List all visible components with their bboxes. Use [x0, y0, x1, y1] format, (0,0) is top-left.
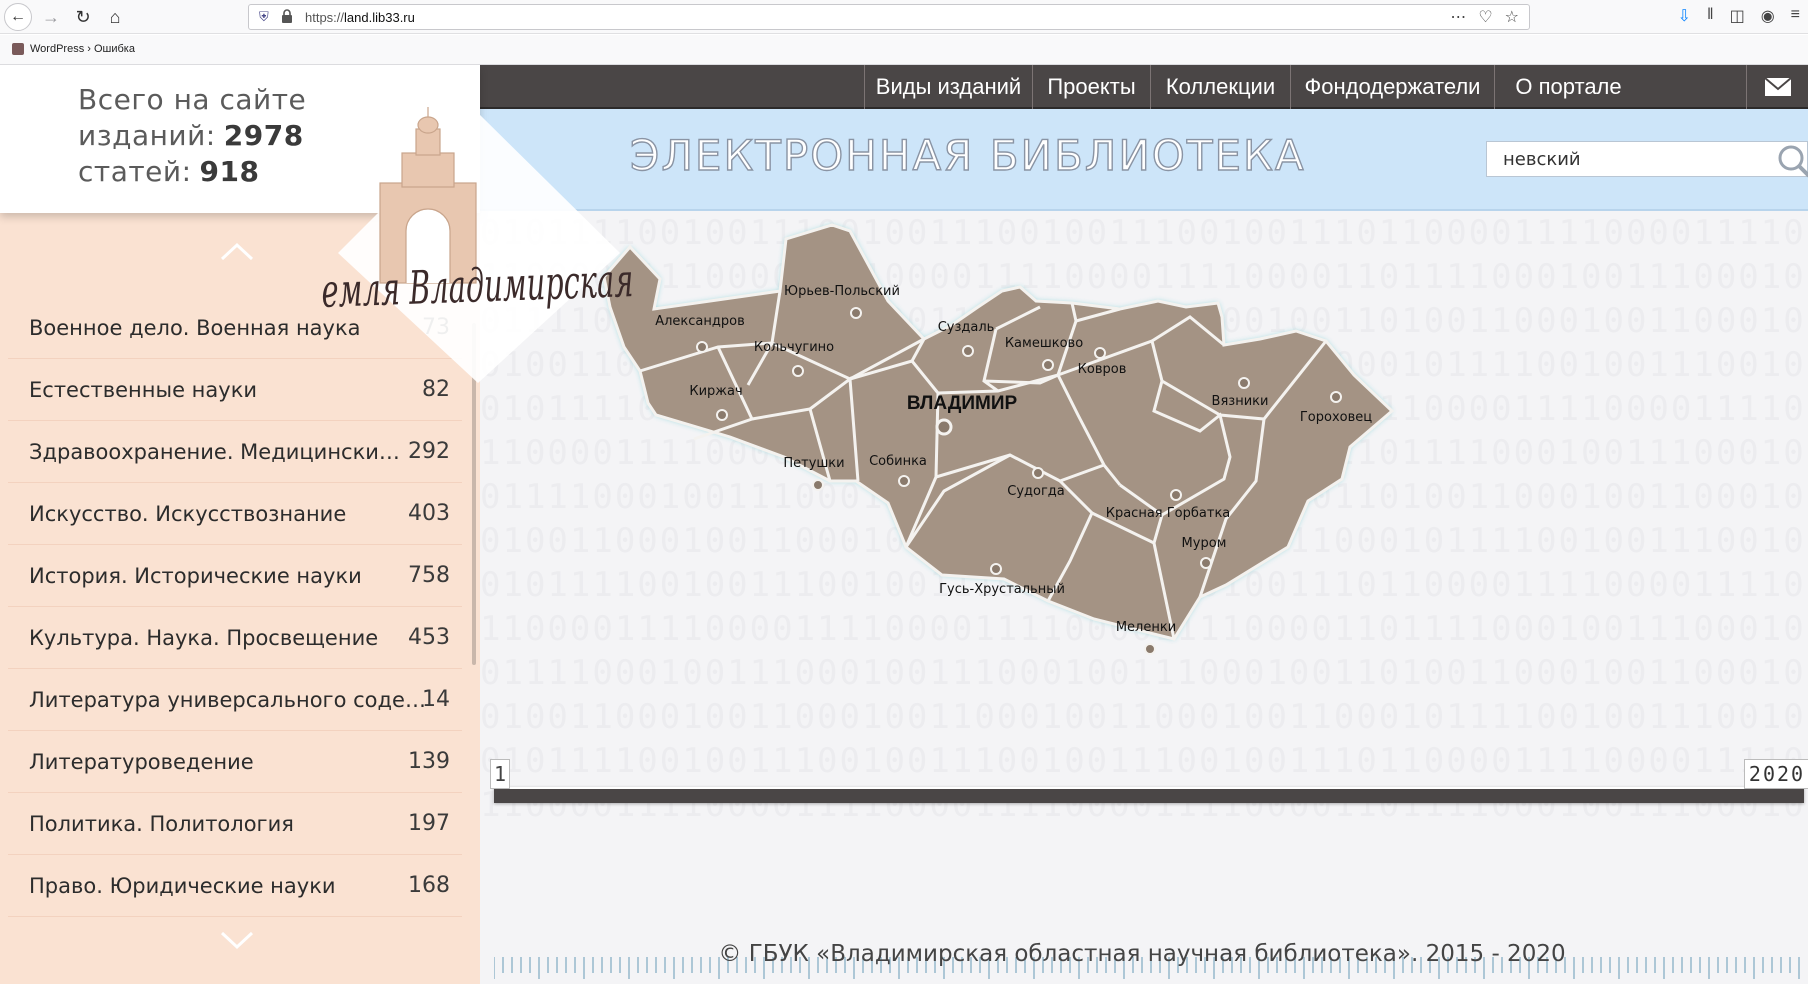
scroll-down-chevron-icon[interactable]: [220, 931, 254, 951]
timeline-track[interactable]: [494, 787, 1804, 803]
category-name: Естественные науки: [29, 377, 258, 402]
map-area: 0101111001001110010011100100111001001110…: [480, 211, 1808, 984]
category-item[interactable]: Искусство. Искусствознание 403: [8, 483, 462, 545]
address-bar[interactable]: ⛨ https://land.lib33.ru ⋯ ♡ ☆: [248, 4, 1530, 30]
nav-item-about[interactable]: О портале: [1494, 65, 1642, 109]
browser-toolbar: ← → ↻ ⌂ ⛨ https://land.lib33.ru ⋯ ♡ ☆ ⇩ …: [0, 0, 1808, 34]
svg-text:Красная Горбатка: Красная Горбатка: [1106, 506, 1231, 521]
nav-item-publication-types[interactable]: Виды изданий: [864, 65, 1032, 109]
category-count: 758: [408, 563, 450, 588]
tracking-shield-icon[interactable]: ⛨: [259, 9, 269, 25]
library-icon[interactable]: ‖: [1707, 6, 1714, 26]
category-count: 403: [408, 501, 450, 526]
svg-text:Гороховец: Гороховец: [1300, 410, 1372, 425]
category-name: Военное дело. Военная наука: [29, 315, 361, 340]
svg-text:Юрьев-Польский: Юрьев-Польский: [784, 284, 900, 299]
page: Всего на сайте изданий: 2978 статей: 918 В…: [0, 65, 1808, 984]
svg-text:Меленки: Меленки: [1116, 620, 1176, 635]
vladimir-region-map: Александров Юрьев-Польский Кольчугино Су…: [602, 223, 1395, 655]
svg-text:Судогда: Судогда: [1007, 484, 1065, 499]
articles-stat: статей: 918: [78, 155, 260, 188]
svg-text:Собинка: Собинка: [869, 454, 927, 469]
category-item[interactable]: Литературоведение 139: [8, 731, 462, 793]
nav-item-fund-holders[interactable]: Фондодержатели: [1290, 65, 1494, 109]
year-timeline[interactable]: 1 2020: [490, 753, 1808, 807]
nav-item-projects[interactable]: Проекты: [1032, 65, 1150, 109]
mail-icon[interactable]: [1746, 65, 1808, 109]
category-name: История. Исторические науки: [29, 563, 362, 588]
category-name: Литература универсального соде…: [29, 687, 426, 712]
category-item[interactable]: Литература универсального соде… 14: [8, 669, 462, 731]
footer-copyright: © ГБУК «Владимирская областная научная б…: [718, 941, 1566, 967]
menu-icon[interactable]: ≡: [1791, 6, 1800, 26]
editions-stat: изданий: 2978: [78, 119, 304, 152]
timeline-end-year[interactable]: 2020: [1744, 759, 1808, 789]
category-count: 168: [408, 873, 450, 898]
sidebar-icon[interactable]: ◫: [1730, 6, 1745, 26]
category-name: Искусство. Искусствознание: [29, 501, 347, 526]
svg-text:Ковров: Ковров: [1078, 362, 1127, 377]
category-name: Культура. Наука. Просвещение: [29, 625, 379, 650]
back-arrow-icon[interactable]: ←: [4, 3, 32, 31]
category-item[interactable]: Культура. Наука. Просвещение 453: [8, 607, 462, 669]
search-input[interactable]: [1487, 142, 1777, 176]
category-name: Право. Юридические науки: [29, 873, 336, 898]
search-box: [1486, 141, 1808, 178]
nav-item-collections[interactable]: Коллекции: [1150, 65, 1290, 109]
account-icon[interactable]: ◉: [1761, 6, 1775, 26]
svg-text:Петушки: Петушки: [783, 456, 844, 471]
category-item[interactable]: Здравоохранение. Медицински… 292: [8, 421, 462, 483]
svg-text:Кольчугино: Кольчугино: [754, 340, 834, 355]
category-count: 292: [408, 439, 450, 464]
svg-text:Камешково: Камешково: [1005, 336, 1083, 351]
site-banner: ЭЛЕКТРОННАЯ БИБЛИОТЕКА: [480, 109, 1808, 211]
home-icon[interactable]: ⌂: [102, 4, 128, 30]
category-name: Политика. Политология: [29, 811, 294, 836]
category-count: 453: [408, 625, 450, 650]
wordpress-favicon-icon: [12, 43, 24, 55]
svg-text:Гусь-Хрустальный: Гусь-Хрустальный: [939, 582, 1065, 597]
timeline-start-year[interactable]: 1: [490, 759, 510, 789]
category-item[interactable]: Право. Юридические науки 168: [8, 855, 462, 917]
bookmark-item[interactable]: WordPress › Ошибка: [12, 43, 135, 55]
category-count: 139: [408, 749, 450, 774]
download-icon[interactable]: ⇩: [1678, 6, 1691, 26]
main-nav: Виды изданий Проекты Коллекции Фондодерж…: [480, 65, 1808, 109]
zemlya-vladimirskaya-logo[interactable]: Земля Владимирская: [320, 93, 640, 393]
svg-text:Вязники: Вязники: [1212, 394, 1269, 409]
svg-text:ВЛАДИМИР: ВЛАДИМИР: [907, 393, 1018, 414]
svg-text:Киржач: Киржач: [689, 384, 742, 399]
scroll-up-chevron-icon[interactable]: [220, 241, 254, 261]
search-icon[interactable]: [1775, 142, 1808, 178]
region-outline: [602, 223, 1395, 641]
url-text: https://land.lib33.ru: [305, 10, 415, 25]
reload-icon[interactable]: ↻: [70, 4, 96, 30]
logo-script-text: Земля Владимирская: [320, 253, 634, 318]
category-item[interactable]: Политика. Политология 197: [8, 793, 462, 855]
category-count: 197: [408, 811, 450, 836]
svg-text:Александров: Александров: [655, 314, 745, 329]
stats-heading: Всего на сайте: [78, 83, 307, 116]
category-name: Литературоведение: [29, 749, 254, 774]
bookmark-star-icon[interactable]: ☆: [1505, 7, 1519, 27]
site-title: ЭЛЕКТРОННАЯ БИБЛИОТЕКА: [629, 130, 1306, 180]
forward-arrow-icon[interactable]: →: [38, 4, 64, 30]
bookmarks-bar: WordPress › Ошибка: [0, 35, 1808, 65]
category-item[interactable]: История. Исторические науки 758: [8, 545, 462, 607]
svg-text:Суздаль: Суздаль: [938, 320, 995, 335]
category-count: 14: [422, 687, 450, 712]
page-actions-icon[interactable]: ⋯: [1450, 7, 1466, 27]
category-name: Здравоохранение. Медицински…: [29, 439, 400, 464]
lock-icon[interactable]: [281, 9, 293, 23]
pocket-icon[interactable]: ♡: [1478, 7, 1492, 27]
svg-text:Муром: Муром: [1182, 536, 1227, 551]
